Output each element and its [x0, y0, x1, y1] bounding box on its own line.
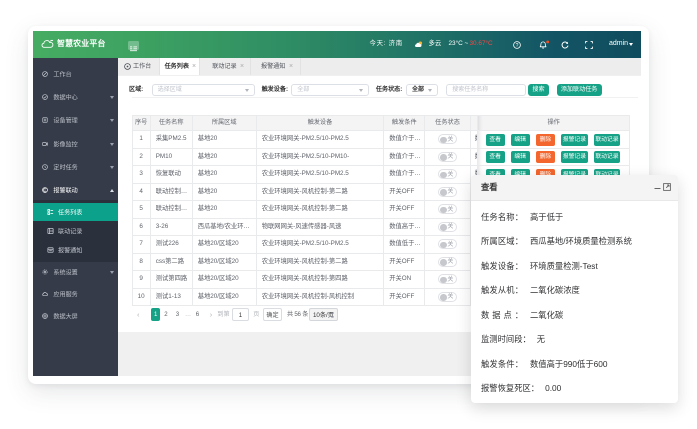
svg-text:?: ? — [516, 43, 519, 49]
